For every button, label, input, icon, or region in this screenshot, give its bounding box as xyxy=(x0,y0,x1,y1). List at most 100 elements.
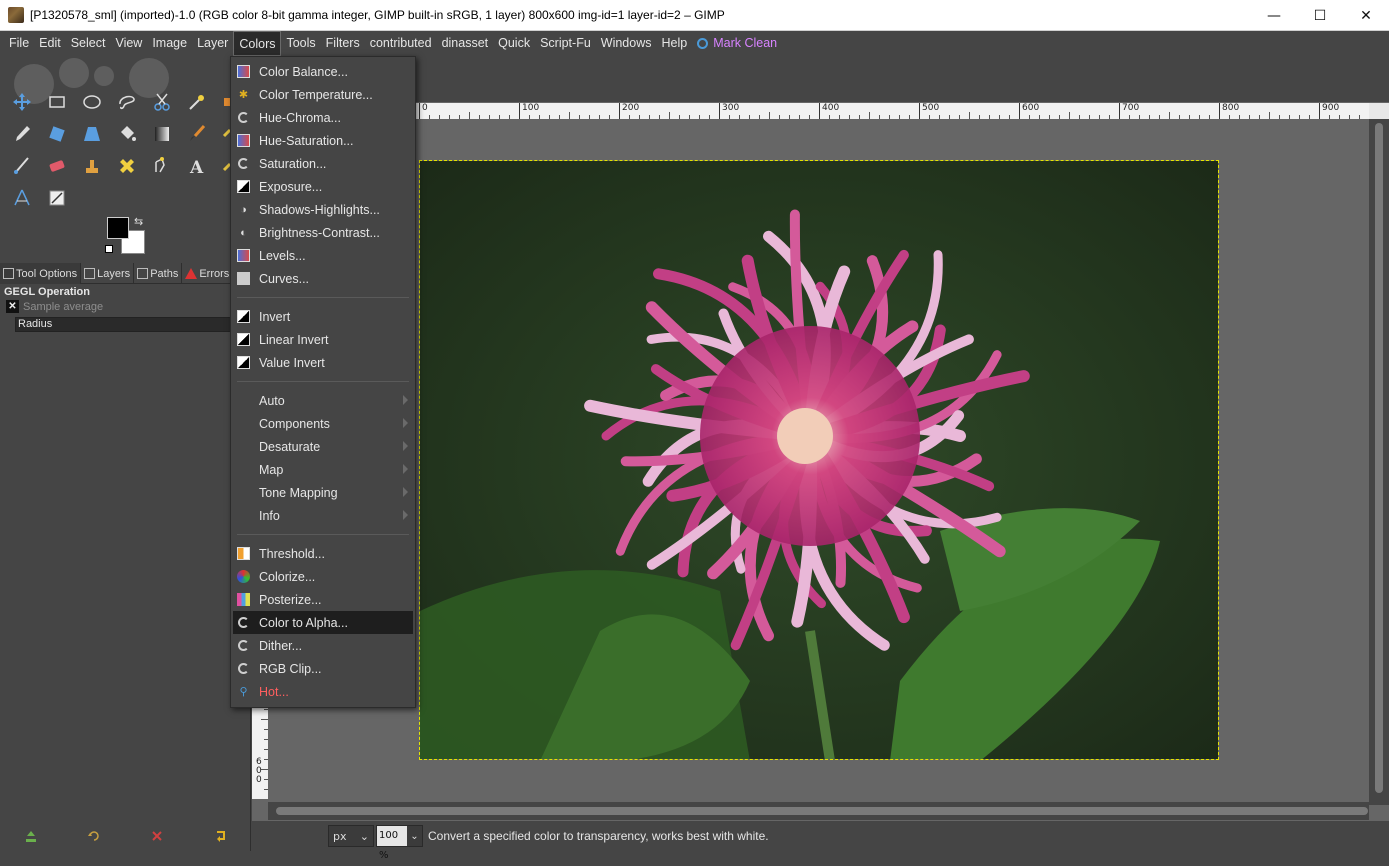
menu-item-threshold[interactable]: Threshold... xyxy=(231,542,415,565)
menu-tools[interactable]: Tools xyxy=(281,31,320,56)
menu-item-color-balance[interactable]: Color Balance... xyxy=(231,60,415,83)
image-canvas[interactable] xyxy=(419,160,1219,760)
menu-item-colorize[interactable]: Colorize... xyxy=(231,565,415,588)
bucket-fill-icon[interactable] xyxy=(109,118,144,150)
menu-contributed[interactable]: contributed xyxy=(365,31,437,56)
smudge-icon[interactable] xyxy=(4,150,39,182)
mark-clean-button[interactable]: Mark Clean xyxy=(692,31,782,56)
menu-item-linear-invert[interactable]: Linear Invert xyxy=(231,328,415,351)
menu-item-shadows-highlights[interactable]: ◑ Shadows-Highlights... xyxy=(231,198,415,221)
delete-preset-icon[interactable] xyxy=(150,829,164,843)
fuzzy-select-icon[interactable] xyxy=(179,86,214,118)
gradient-icon[interactable] xyxy=(144,118,179,150)
submenu-arrow-icon xyxy=(403,510,408,520)
close-button[interactable]: ✕ xyxy=(1343,0,1389,31)
chevron-down-icon[interactable]: ⌄ xyxy=(407,831,422,842)
menu-item-dither[interactable]: Dither... xyxy=(231,634,415,657)
tab-paths[interactable]: Paths xyxy=(134,263,183,284)
ruler-minor-tick xyxy=(839,115,840,119)
restore-preset-icon[interactable] xyxy=(87,829,101,843)
ellipse-select-icon[interactable] xyxy=(74,86,109,118)
menu-windows[interactable]: Windows xyxy=(596,31,657,56)
zoom-selector[interactable]: 100 % ⌄ xyxy=(376,825,423,861)
color-temperature-icon: ✱ xyxy=(238,89,249,101)
vertical-scroll-thumb[interactable] xyxy=(1375,123,1383,793)
menu-view[interactable]: View xyxy=(110,31,147,56)
paintbrush-icon[interactable] xyxy=(179,118,214,150)
menu-quick[interactable]: Quick xyxy=(493,31,535,56)
menu-item-posterize[interactable]: Posterize... xyxy=(231,588,415,611)
reset-options-icon[interactable] xyxy=(213,829,227,843)
perspective-icon[interactable] xyxy=(74,118,109,150)
sample-average-toggle-icon[interactable]: ✕ xyxy=(6,300,19,313)
menu-item-value-invert[interactable]: Value Invert xyxy=(231,351,415,374)
fg-bg-colors[interactable]: ⇆ xyxy=(105,215,150,257)
vertical-scrollbar[interactable] xyxy=(1369,119,1389,805)
menu-item-desaturate[interactable]: Desaturate xyxy=(231,435,415,458)
measure-icon[interactable] xyxy=(4,182,39,214)
save-preset-icon[interactable] xyxy=(24,829,38,843)
menu-help[interactable]: Help xyxy=(657,31,693,56)
menu-item-hue-chroma[interactable]: Hue-Chroma... xyxy=(231,106,415,129)
menu-item-auto[interactable]: Auto xyxy=(231,389,415,412)
menu-select[interactable]: Select xyxy=(66,31,111,56)
tab-tool-options[interactable]: Tool Options xyxy=(0,263,82,284)
menu-item-map[interactable]: Map xyxy=(231,458,415,481)
menu-item-saturation[interactable]: Saturation... xyxy=(231,152,415,175)
menu-item-hue-saturation[interactable]: Hue-Saturation... xyxy=(231,129,415,152)
transform-icon[interactable] xyxy=(39,118,74,150)
ruler-minor-tick xyxy=(1209,115,1210,119)
menu-script-fu[interactable]: Script-Fu xyxy=(535,31,596,56)
navigate-icon[interactable] xyxy=(1369,103,1389,119)
scissors-select-icon[interactable] xyxy=(144,86,179,118)
foreground-color-swatch[interactable] xyxy=(107,217,129,239)
default-colors-icon[interactable] xyxy=(105,245,113,253)
menu-item-invert[interactable]: Invert xyxy=(231,305,415,328)
menu-item-rgb-clip[interactable]: RGB Clip... xyxy=(231,657,415,680)
menu-item-color-temperature[interactable]: ✱ Color Temperature... xyxy=(231,83,415,106)
tab-layers[interactable]: Layers xyxy=(81,263,135,284)
image-window: 0 100 200 300 400 500 600 700 800 900 600 xyxy=(252,56,1389,861)
horizontal-scrollbar[interactable] xyxy=(268,802,1369,820)
menu-image[interactable]: Image xyxy=(147,31,192,56)
ruler-minor-tick xyxy=(1299,115,1300,119)
swap-colors-icon[interactable]: ⇆ xyxy=(134,215,143,228)
menu-item-brightness-contrast[interactable]: ◐ Brightness-Contrast... xyxy=(231,221,415,244)
menu-item-curves[interactable]: Curves... xyxy=(231,267,415,290)
menu-layer[interactable]: Layer xyxy=(192,31,233,56)
unit-selector[interactable]: px ⌄ xyxy=(328,825,374,847)
eraser-icon[interactable] xyxy=(39,150,74,182)
free-select-icon[interactable] xyxy=(109,86,144,118)
window-title: [P1320578_sml] (imported)-1.0 (RGB color… xyxy=(30,8,725,22)
menu-item-tone-mapping[interactable]: Tone Mapping xyxy=(231,481,415,504)
menu-item-exposure[interactable]: Exposure... xyxy=(231,175,415,198)
ruler-minor-tick xyxy=(909,115,910,119)
menu-filters[interactable]: Filters xyxy=(321,31,365,56)
rect-select-icon[interactable] xyxy=(39,86,74,118)
path-tool-icon[interactable] xyxy=(144,150,179,182)
sample-average-row[interactable]: ✕ Sample average xyxy=(0,299,251,314)
menu-item-levels[interactable]: Levels... xyxy=(231,244,415,267)
text-tool-icon[interactable]: A xyxy=(179,150,214,182)
zoom-value[interactable]: 100 % xyxy=(377,826,407,861)
menu-file[interactable]: File xyxy=(4,31,34,56)
menu-item-hot[interactable]: ⚲ Hot... xyxy=(231,680,415,703)
menu-dinasset[interactable]: dinasset xyxy=(437,31,494,56)
clone-stamp-icon[interactable] xyxy=(74,150,109,182)
tab-errors[interactable]: Errors xyxy=(182,263,234,284)
horizontal-scroll-thumb[interactable] xyxy=(276,807,1368,815)
radius-slider[interactable]: Radius xyxy=(15,317,251,332)
move-tool-icon[interactable] xyxy=(4,86,39,118)
ruler-minor-tick xyxy=(1349,115,1350,119)
minimize-button[interactable]: — xyxy=(1251,0,1297,31)
menu-edit[interactable]: Edit xyxy=(34,31,66,56)
menu-item-color-to-alpha[interactable]: Color to Alpha... xyxy=(233,611,413,634)
gegl-operation-icon[interactable] xyxy=(39,182,74,214)
pipette-icon[interactable] xyxy=(4,118,39,150)
menu-item-components[interactable]: Components xyxy=(231,412,415,435)
menu-item-info[interactable]: Info xyxy=(231,504,415,527)
heal-icon[interactable] xyxy=(109,150,144,182)
maximize-button[interactable]: ☐ xyxy=(1297,0,1343,31)
menu-colors[interactable]: Colors xyxy=(233,31,282,56)
ruler-minor-tick xyxy=(1309,115,1310,119)
